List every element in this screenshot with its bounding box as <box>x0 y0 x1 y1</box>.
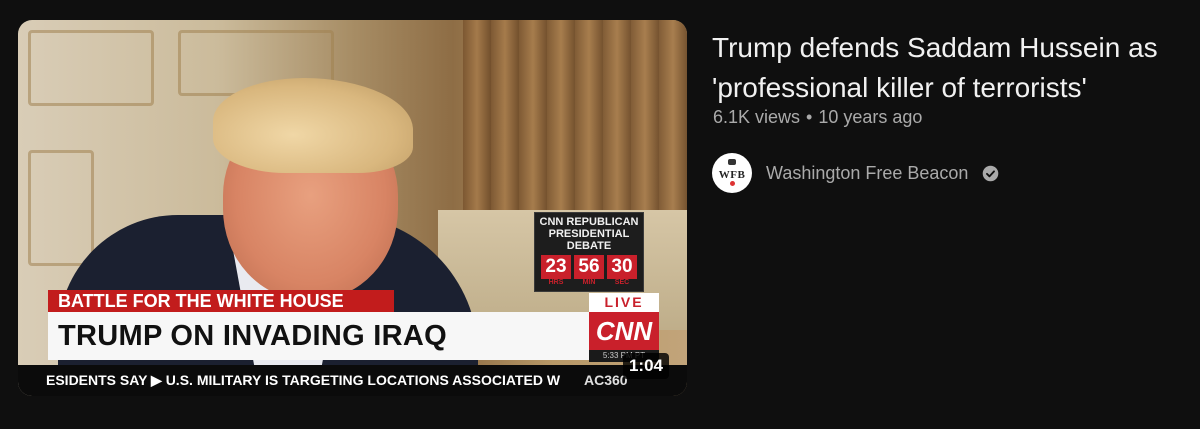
countdown-seconds: 30 <box>607 255 637 279</box>
countdown-title: CNN REPUBLICAN PRESIDENTIAL DEBATE <box>539 216 639 252</box>
duration-badge: 1:04 <box>622 353 669 379</box>
avatar-initials: WFB <box>718 169 746 181</box>
countdown-hours: 23 <box>541 255 571 279</box>
verified-check-icon <box>983 165 999 181</box>
ticker-text: ESIDENTS SAY ▶ U.S. MILITARY IS TARGETIN… <box>46 372 561 388</box>
countdown-unit-min: MIN <box>582 279 596 286</box>
video-metadata: 6.1K views • 10 years ago <box>713 107 922 128</box>
countdown-unit-sec: SEC <box>614 279 630 286</box>
channel-link[interactable]: WFB Washington Free Beacon <box>712 153 999 193</box>
live-label: LIVE <box>589 293 659 312</box>
wall-panel <box>28 150 94 266</box>
ticker-show: AC360 <box>584 372 628 388</box>
view-count: 6.1K views <box>713 107 801 127</box>
video-thumbnail[interactable]: CNN REPUBLICAN PRESIDENTIAL DEBATE 23 56… <box>18 20 687 396</box>
countdown-digits: 23 56 30 <box>541 255 637 279</box>
countdown-minutes: 56 <box>574 255 604 279</box>
curtain-background <box>463 20 687 230</box>
news-ticker: ESIDENTS SAY ▶ U.S. MILITARY IS TARGETIN… <box>18 365 687 396</box>
upload-age: 10 years ago <box>818 107 923 127</box>
countdown-units: HRS MIN SEC <box>541 279 637 286</box>
speaker-hair <box>213 78 413 173</box>
banner-main: TRUMP ON INVADING IRAQ <box>48 312 589 360</box>
debate-countdown: CNN REPUBLICAN PRESIDENTIAL DEBATE 23 56… <box>534 212 644 292</box>
banner-top: BATTLE FOR THE WHITE HOUSE <box>48 290 394 312</box>
meta-separator: • <box>806 107 813 127</box>
video-title[interactable]: Trump defends Saddam Hussein as 'profess… <box>712 28 1182 108</box>
channel-name[interactable]: Washington Free Beacon <box>766 163 968 184</box>
avatar-mark-icon <box>728 159 736 165</box>
countdown-unit-hrs: HRS <box>548 279 564 286</box>
wall-panel <box>28 30 154 106</box>
cnn-logo: CNN <box>589 312 659 350</box>
avatar-flag-icon <box>730 181 735 186</box>
channel-avatar[interactable]: WFB <box>712 153 752 193</box>
